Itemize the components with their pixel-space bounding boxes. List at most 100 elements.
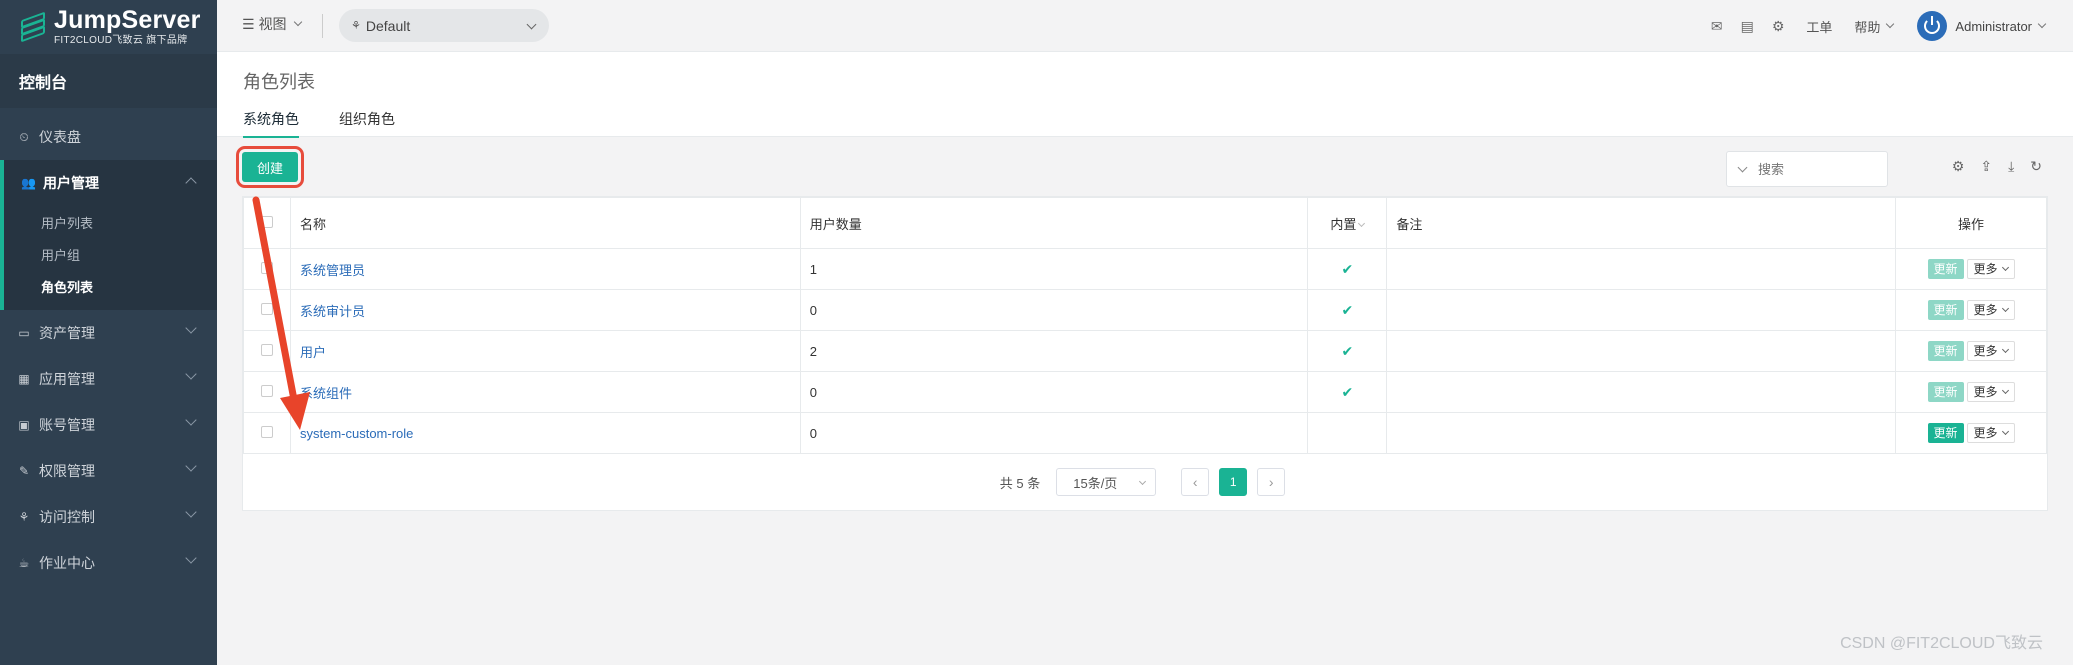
sitemap-icon: ⚘: [351, 20, 361, 32]
page-header: 角色列表 系统角色 组织角色: [217, 52, 2073, 138]
sort-icon[interactable]: [1358, 219, 1366, 227]
refresh-icon[interactable]: ↻: [2030, 158, 2042, 175]
role-name-link[interactable]: 系统组件: [300, 386, 352, 401]
logo[interactable]: JumpServer FIT2CLOUD飞致云 旗下品牌: [0, 0, 217, 54]
chevron-down-icon: [185, 552, 197, 564]
sidebar-group-user-management: 👥 用户管理 用户列表 用户组 角色列表: [0, 160, 217, 310]
role-name-link[interactable]: 用户: [300, 345, 326, 360]
search-input[interactable]: [1758, 161, 1868, 177]
more-button[interactable]: 更多: [1966, 341, 2015, 361]
update-button[interactable]: 更新: [1927, 382, 1964, 402]
coffee-icon: ☕: [18, 556, 30, 570]
user-avatar[interactable]: [1917, 11, 1948, 41]
sidebar-subitem-user-group[interactable]: 用户组: [4, 238, 217, 270]
brand-title: JumpServer: [54, 6, 201, 34]
more-button[interactable]: 更多: [1966, 259, 2015, 279]
create-button[interactable]: 创建: [236, 146, 304, 188]
builtin-cell: [1307, 412, 1388, 454]
sidebar-item-label: 权限管理: [39, 463, 95, 479]
help-menu[interactable]: 帮助: [1854, 17, 1895, 36]
check-icon: ✔: [1341, 260, 1354, 277]
ticket-link[interactable]: 工单: [1806, 17, 1832, 36]
table-header-row: 名称 用户数量 内置 备注 操作: [243, 197, 2047, 249]
tab-org-roles[interactable]: 组织角色: [339, 109, 395, 138]
comment-cell: [1386, 371, 1897, 413]
table-row: 系统组件 0 ✔ 更新 更多: [243, 371, 2047, 413]
sidebar-item-access-control[interactable]: ⚘ 访问控制: [0, 494, 217, 540]
sidebar-item-asset-management[interactable]: ▭ 资产管理: [0, 310, 217, 356]
comment-cell: [1386, 412, 1897, 454]
sidebar-subitem-user-list[interactable]: 用户列表: [4, 206, 217, 238]
prev-page-button[interactable]: ‹: [1181, 468, 1210, 496]
jumpserver-logo-icon: [18, 11, 48, 43]
page-size-select[interactable]: 15条/页: [1056, 468, 1157, 496]
sidebar-item-account-management[interactable]: ▣ 账号管理: [0, 402, 217, 448]
account-book-icon: ▣: [18, 418, 30, 432]
next-page-button[interactable]: ›: [1257, 468, 1286, 496]
sidebar-item-job-center[interactable]: ☕ 作业中心: [0, 540, 217, 586]
user-menu[interactable]: Administrator: [1955, 19, 2047, 34]
sitemap-icon: ⚘: [18, 510, 30, 524]
row-checkbox[interactable]: [260, 261, 273, 274]
role-name-link[interactable]: system-custom-role: [300, 426, 413, 441]
upload-icon[interactable]: ⇪: [1980, 158, 1992, 175]
column-header-comment[interactable]: 备注: [1386, 197, 1897, 249]
select-all-cell: [243, 197, 291, 249]
roles-table-card: 名称 用户数量 内置 备注 操作 系统管理员 1 ✔ 更新 更多 系统审计员 0…: [242, 196, 2048, 511]
sidebar-item-permission-management[interactable]: ✎ 权限管理: [0, 448, 217, 494]
user-count-cell: 2: [799, 330, 1309, 372]
mail-icon[interactable]: ✉: [1711, 18, 1723, 35]
organization-select[interactable]: ⚘ Default: [339, 9, 549, 42]
settings-icon[interactable]: ⚙: [1952, 158, 1965, 175]
sidebar-item-label: 资产管理: [39, 325, 95, 341]
dashboard-icon: ⏲: [19, 129, 29, 144]
tab-system-roles[interactable]: 系统角色: [243, 109, 299, 138]
sidebar-item-label: 仪表盘: [39, 129, 81, 145]
column-header-builtin[interactable]: 内置: [1307, 197, 1388, 249]
update-button[interactable]: 更新: [1927, 259, 1964, 279]
users-icon: 👥: [21, 176, 36, 190]
sidebar-subitem-role-list[interactable]: 角色列表: [4, 270, 217, 302]
column-header-user-count[interactable]: 用户数量: [799, 197, 1309, 249]
more-button-label: 更多: [1973, 426, 1998, 440]
more-button[interactable]: 更多: [1966, 382, 2015, 402]
topbar-right: ✉ ▤ ⚙ 工单 帮助 Administrator: [1693, 0, 2047, 52]
role-name-link[interactable]: 系统审计员: [300, 304, 365, 319]
row-checkbox[interactable]: [260, 302, 273, 315]
role-name-link[interactable]: 系统管理员: [300, 263, 365, 278]
sidebar: JumpServer FIT2CLOUD飞致云 旗下品牌 控制台 ⏲ 仪表盘 👥…: [0, 0, 217, 665]
pagination: 共 5 条 15条/页 ‹ 1 ›: [243, 454, 2047, 510]
table-toolbar: 创建 ⚙ ⇪ ⤓ ↻: [236, 146, 2048, 196]
page-number-button[interactable]: 1: [1219, 468, 1248, 496]
column-header-actions: 操作: [1895, 197, 2047, 249]
row-checkbox[interactable]: [260, 343, 273, 356]
download-icon[interactable]: ⤓: [2008, 158, 2014, 175]
column-header-name[interactable]: 名称: [289, 197, 801, 249]
update-button[interactable]: 更新: [1927, 341, 1964, 361]
search-box[interactable]: [1726, 151, 1888, 187]
console-heading[interactable]: 控制台: [0, 54, 217, 108]
chevron-up-icon: [185, 177, 197, 189]
terminal-icon[interactable]: ▤: [1741, 18, 1754, 35]
row-checkbox[interactable]: [260, 425, 273, 438]
row-checkbox[interactable]: [260, 384, 273, 397]
sidebar-item-label: 应用管理: [39, 371, 95, 387]
main-content: 创建 ⚙ ⇪ ⤓ ↻ 名称 用户数量: [236, 146, 2048, 511]
chevron-down-icon[interactable]: [1737, 162, 1748, 172]
sidebar-item-label: 用户管理: [43, 175, 99, 191]
watermark: CSDN @FIT2CLOUD飞致云: [1840, 635, 2043, 652]
app-root: JumpServer FIT2CLOUD飞致云 旗下品牌 控制台 ⏲ 仪表盘 👥…: [0, 0, 2073, 665]
view-menu-button[interactable]: ☰ 视图: [242, 14, 302, 34]
update-button[interactable]: 更新: [1927, 423, 1964, 443]
more-button[interactable]: 更多: [1966, 300, 2015, 320]
sidebar-item-dashboard[interactable]: ⏲ 仪表盘: [0, 114, 217, 160]
select-all-checkbox[interactable]: [260, 215, 273, 228]
sidebar-item-app-management[interactable]: ▦ 应用管理: [0, 356, 217, 402]
row-select-cell: [243, 289, 291, 331]
sidebar-item-user-management[interactable]: 👥 用户管理: [4, 160, 217, 206]
gear-icon[interactable]: ⚙: [1772, 18, 1785, 35]
more-button[interactable]: 更多: [1966, 423, 2015, 443]
update-button[interactable]: 更新: [1927, 300, 1964, 320]
name-cell: 用户: [289, 330, 801, 372]
inbox-icon: ▭: [18, 326, 30, 340]
